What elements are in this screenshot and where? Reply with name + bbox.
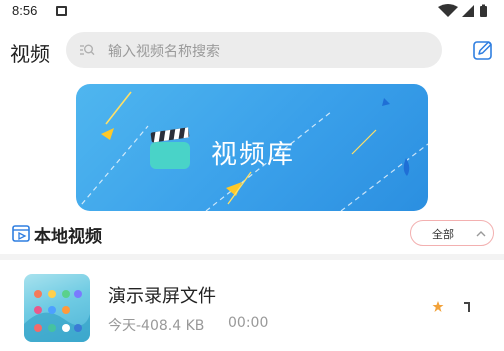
signal-icon (462, 5, 474, 17)
video-meta: 今天-408.4 KB (108, 318, 205, 334)
video-folder-icon (12, 225, 30, 242)
filter-dropdown[interactable]: 全部 (410, 220, 494, 246)
video-duration: 00:00 (228, 315, 269, 331)
search-input[interactable]: 输入视频名称搜索 (66, 32, 442, 68)
wifi-icon (438, 4, 458, 17)
status-bar: 8:56 (0, 0, 504, 24)
video-title: 演示录屏文件 (108, 286, 216, 307)
local-videos-header: 本地视频 全部 (0, 218, 504, 250)
search-icon (80, 44, 95, 56)
more-icon[interactable] (462, 300, 472, 314)
edit-icon[interactable] (472, 39, 494, 61)
video-thumbnail[interactable] (24, 274, 90, 342)
header: 视频 输入视频名称搜索 (0, 30, 504, 72)
thumbnail-art (24, 290, 90, 342)
notification-icon (56, 6, 67, 16)
page-title: 视频 (10, 42, 50, 66)
section-title: 本地视频 (34, 227, 102, 247)
status-icons (438, 4, 487, 17)
search-placeholder: 输入视频名称搜索 (108, 44, 220, 60)
banner-title: 视频库 (211, 140, 296, 170)
list-item[interactable]: 演示录屏文件 今天-408.4 KB 00:00 (0, 260, 504, 351)
status-time: 8:56 (12, 3, 38, 18)
share-icon[interactable] (432, 300, 444, 314)
video-library-banner[interactable]: 视频库 (76, 84, 428, 211)
filter-label: 全部 (432, 228, 454, 241)
battery-icon (480, 6, 487, 17)
chevron-up-icon (476, 231, 486, 237)
clapperboard-icon (150, 127, 190, 169)
